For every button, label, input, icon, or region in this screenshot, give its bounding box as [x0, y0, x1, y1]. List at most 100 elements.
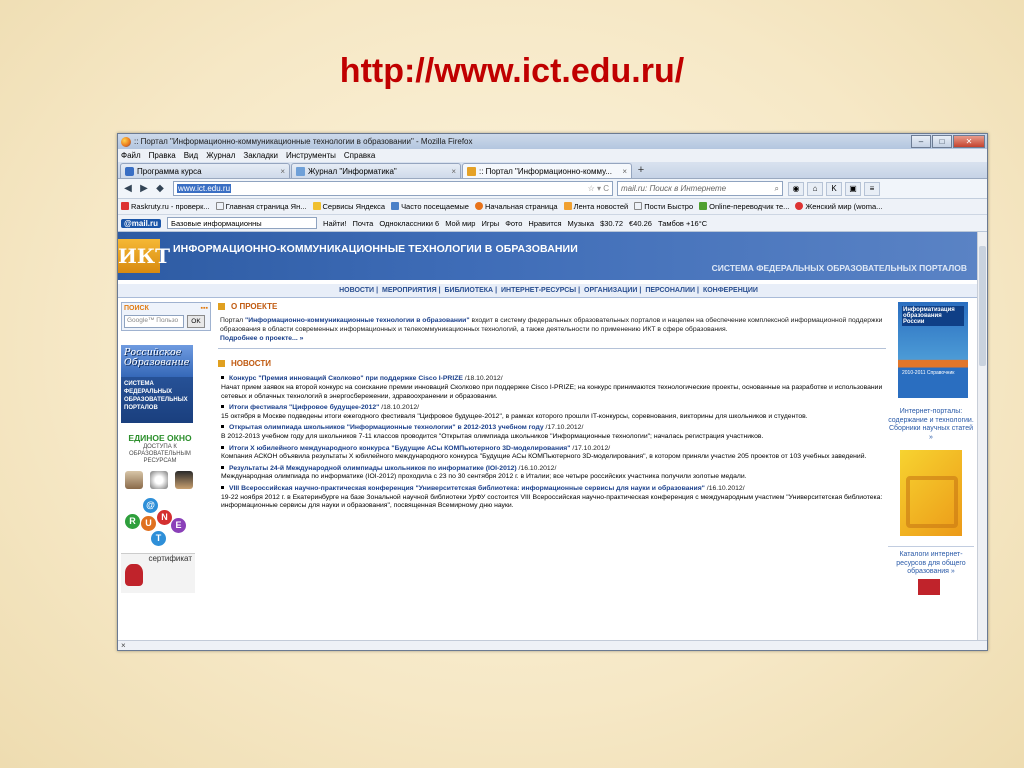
bookmark-star-icon[interactable]: ☆ ▾ C: [588, 184, 609, 193]
mail-link[interactable]: Почта: [353, 219, 374, 228]
bookmark-item[interactable]: Online-переводчик те...: [699, 202, 789, 211]
bookmark-item[interactable]: Женский мир (woma...: [795, 202, 882, 211]
search-icon[interactable]: ⌕: [775, 184, 779, 194]
site-header: ИКТ ИНФОРМАЦИОННО-КОММУНИКАЦИОННЫЕ ТЕХНО…: [118, 232, 979, 280]
news-title-link[interactable]: Конкурс "Премия инноваций Сколково" при …: [229, 375, 463, 382]
nav-conferences[interactable]: КОНФЕРЕНЦИИ: [703, 287, 758, 294]
usd-rate: $30.72: [600, 218, 624, 228]
news-title-link[interactable]: Итоги X юбилейного международного конкур…: [229, 445, 570, 452]
mailru-toolbar: @mail.ru Базовые информационны Найти! По…: [118, 215, 987, 232]
identity-icon[interactable]: ◆: [153, 182, 167, 196]
section-bullet-icon: [218, 303, 225, 310]
menu-help[interactable]: Справка: [344, 151, 375, 160]
bookmark-item[interactable]: Часто посещаемые: [391, 202, 469, 211]
window-titlebar: :: Портал "Информационно-коммуникационны…: [118, 134, 987, 149]
news-item: Итоги фестиваля "Цифровое будущее-2012" …: [221, 404, 808, 420]
bookmark-item[interactable]: Лента новостей: [563, 202, 628, 211]
news-title-link[interactable]: Результаты 24-й Международной олимпиады …: [229, 465, 517, 472]
news-item: Открытая олимпиада школьников "Информаци…: [221, 424, 764, 440]
news-title-link[interactable]: VIII Всероссийская научно-практическая к…: [229, 485, 705, 492]
tab-course-program[interactable]: Программа курса ×: [120, 163, 290, 178]
google-search-input[interactable]: Google™ Пользо: [124, 315, 184, 328]
menu-tools[interactable]: Инструменты: [286, 151, 336, 160]
firefox-icon: [121, 136, 131, 147]
tab-ict-portal[interactable]: :: Портал "Информационно-комму... ×: [462, 163, 632, 178]
search-input[interactable]: mail.ru: Поиск в Интернете ⌕: [617, 181, 783, 196]
globe-icon[interactable]: ◉: [788, 181, 804, 196]
nav-organizations[interactable]: ОРГАНИЗАЦИИ: [584, 287, 637, 294]
close-tab-icon[interactable]: ×: [280, 167, 285, 176]
bookmark-item[interactable]: Главная страница Ян...: [215, 202, 307, 211]
tab-favicon-icon: [125, 166, 134, 176]
menu-bar: Файл Правка Вид Журнал Закладки Инструме…: [118, 149, 987, 162]
maximize-button[interactable]: □: [932, 135, 952, 148]
menu-history[interactable]: Журнал: [206, 151, 235, 160]
mailru-logo[interactable]: @mail.ru: [121, 218, 162, 228]
nav-library[interactable]: БИБЛИОТЕКА: [445, 287, 494, 294]
news-item: Конкурс "Премия инноваций Сколково" при …: [221, 375, 883, 400]
red-banner[interactable]: [918, 578, 940, 595]
certificate-banner[interactable]: сертификат: [121, 553, 195, 593]
status-bar[interactable]: ×: [118, 640, 987, 650]
close-tab-icon[interactable]: ×: [451, 167, 456, 176]
bookmark-item[interactable]: Начальная страница: [474, 202, 558, 211]
tab-favicon-icon: [467, 166, 476, 176]
search-ok-button[interactable]: OK: [187, 315, 205, 328]
menu-file[interactable]: Файл: [121, 151, 141, 160]
menu-icon[interactable]: ≡: [864, 181, 880, 196]
nav-personalities[interactable]: ПЕРСОНАЛИИ: [645, 287, 695, 294]
mailru-search-input[interactable]: Базовые информационны: [167, 217, 318, 229]
navigation-bar: ◀ ▶ ◆ www.ict.edu.ru ☆ ▾ C mail.ru: Поис…: [118, 179, 987, 199]
site-search: ПОИСК ▪▪▪ Google™ Пользо OK: [121, 302, 211, 331]
vertical-scrollbar[interactable]: [977, 232, 987, 642]
edin-images: [121, 469, 197, 491]
eur-rate: €40.26: [629, 218, 652, 228]
tab-informatika-journal[interactable]: Журнал "Информатика" ×: [291, 163, 461, 178]
screenshot-icon[interactable]: ▣: [845, 181, 861, 196]
url-text[interactable]: www.ict.edu.ru: [177, 184, 232, 193]
music-link[interactable]: Музыка: [568, 219, 595, 228]
new-tab-button[interactable]: +: [633, 163, 649, 178]
menu-view[interactable]: Вид: [184, 151, 198, 160]
nav-news[interactable]: НОВОСТИ: [339, 287, 374, 294]
url-bar[interactable]: www.ict.edu.ru ☆ ▾ C: [173, 181, 613, 196]
addon-icon[interactable]: K: [826, 181, 842, 196]
photo-link[interactable]: Фото: [505, 219, 522, 228]
nav-internet-resources[interactable]: ИНТЕРНЕТ-РЕСУРСЫ: [501, 287, 576, 294]
find-button[interactable]: Найти!: [323, 219, 347, 228]
forward-icon[interactable]: ▶: [137, 182, 151, 196]
book-cover-collection[interactable]: [900, 450, 962, 536]
section-bullet-icon: [218, 360, 225, 368]
russian-education-banner[interactable]: Российское Образование СИСТЕМА ФЕДЕРАЛЬН…: [121, 345, 193, 423]
right-column: Информатизация образования России 2010-2…: [888, 302, 974, 595]
about-text: Портал "Информационно-коммуникационные т…: [220, 317, 883, 342]
close-tab-icon[interactable]: ×: [622, 167, 627, 176]
like-link[interactable]: Нравится: [528, 219, 561, 228]
games-link[interactable]: Игры: [481, 219, 499, 228]
odnoklassniki-link[interactable]: Одноклассники 6: [379, 219, 439, 228]
bookmark-item[interactable]: Raskruty.ru - проверк...: [121, 202, 210, 211]
nav-events[interactable]: МЕРОПРИЯТИЯ: [382, 287, 437, 294]
news-item: VIII Всероссийская научно-практическая к…: [221, 484, 883, 510]
internet-portals-link[interactable]: Интернет-порталы: содержание и технологи…: [888, 408, 974, 442]
moi-mir-link[interactable]: Мой мир: [445, 219, 475, 228]
menu-edit[interactable]: Правка: [149, 151, 176, 160]
close-window-button[interactable]: ✕: [953, 135, 985, 148]
bookmarks-toolbar: Raskruty.ru - проверк... Главная страниц…: [118, 199, 987, 215]
ict-logo[interactable]: ИКТ: [118, 239, 170, 273]
runet-banner[interactable]: @ R U N E T: [121, 496, 195, 548]
home-icon[interactable]: ⌂: [807, 181, 823, 196]
news-title-link[interactable]: Итоги фестиваля "Цифровое будущее-2012": [229, 404, 379, 411]
slide-title: http://www.ict.edu.ru/: [339, 52, 685, 90]
site-title: ИНФОРМАЦИОННО-КОММУНИКАЦИОННЫЕ ТЕХНОЛОГИ…: [173, 243, 578, 255]
book-cover-informatization[interactable]: Информатизация образования России 2010-2…: [898, 302, 968, 398]
menu-bookmarks[interactable]: Закладки: [243, 151, 278, 160]
more-about-link[interactable]: Подробнее о проекте... »: [220, 335, 303, 342]
minimize-button[interactable]: –: [911, 135, 931, 148]
back-icon[interactable]: ◀: [121, 182, 135, 196]
catalogs-link[interactable]: Каталоги интернет-ресурсов для общего об…: [888, 546, 974, 577]
bookmark-item[interactable]: Пости Быстро: [634, 202, 693, 211]
edin-okno-link[interactable]: ЕДИНОЕ ОКНО ДОСТУПА К ОБРАЗОВАТЕЛЬНЫМ РЕ…: [121, 433, 199, 491]
bookmark-item[interactable]: Сервисы Яндекса: [312, 202, 385, 211]
news-title-link[interactable]: Открытая олимпиада школьников "Информаци…: [229, 424, 544, 431]
